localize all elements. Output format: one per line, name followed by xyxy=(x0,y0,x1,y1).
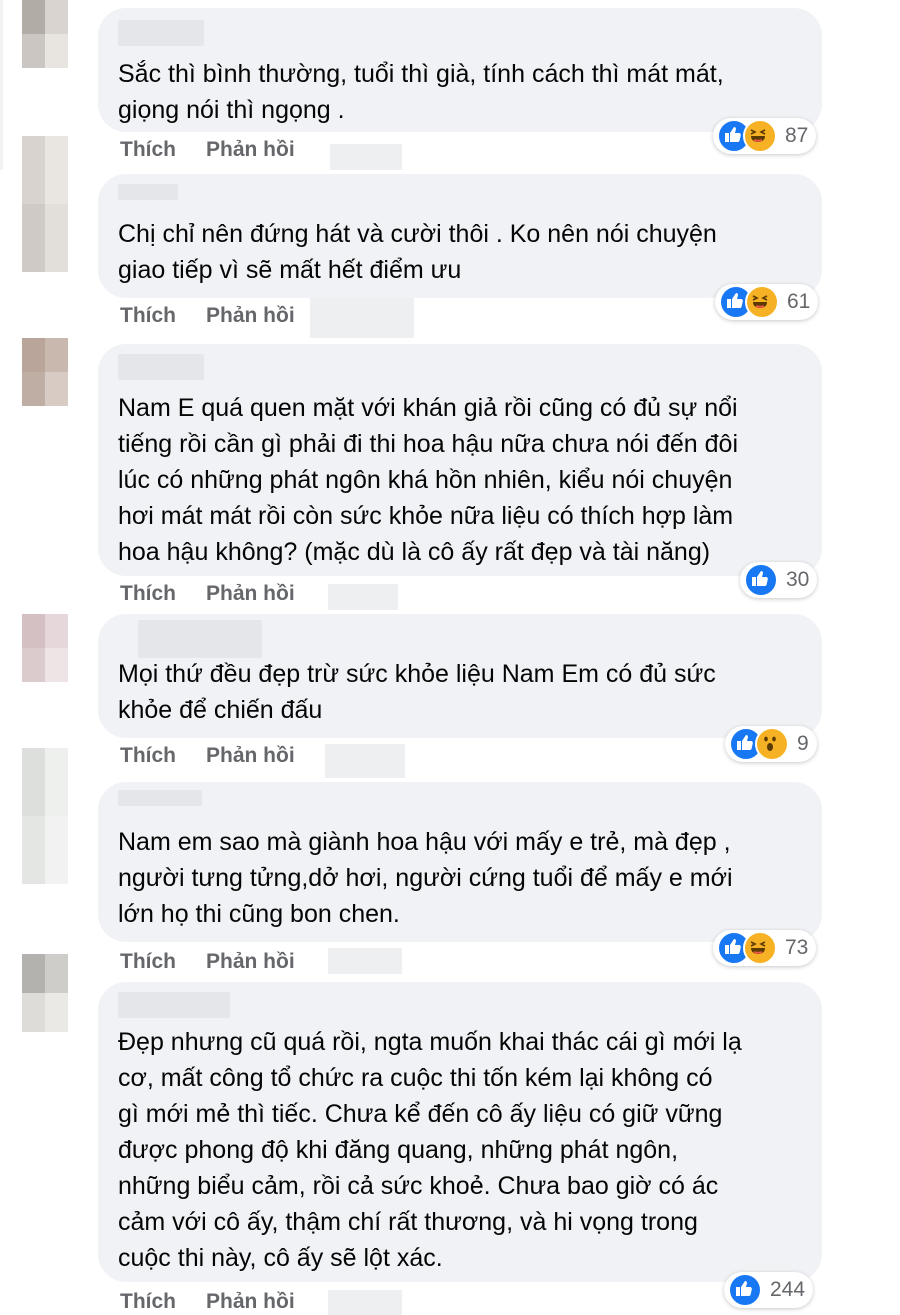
reply-button[interactable]: Phản hồi xyxy=(206,950,295,974)
reply-button[interactable]: Phản hồi xyxy=(206,304,295,328)
reaction-summary[interactable]: 244 xyxy=(724,1272,814,1308)
reply-button[interactable]: Phản hồi xyxy=(206,138,295,162)
comment-2: Chị chỉ nên đứng hát và cười thôi . Ko n… xyxy=(0,136,900,338)
avatar[interactable] xyxy=(22,614,68,682)
reaction-count: 30 xyxy=(786,568,810,591)
author-name-redacted[interactable] xyxy=(118,20,204,46)
like-icon xyxy=(744,563,778,597)
author-name-redacted[interactable] xyxy=(118,790,202,806)
comment-5: Nam em sao mà giành hoa hậu với mấy e tr… xyxy=(0,748,900,978)
timestamp-redacted[interactable] xyxy=(328,584,398,610)
reaction-summary[interactable]: 30 xyxy=(740,562,818,598)
avatar[interactable] xyxy=(22,748,68,884)
avatar[interactable] xyxy=(22,0,68,68)
reaction-count: 87 xyxy=(785,124,809,147)
comment-1: Sắc thì bình thường, tuổi thì già, tính … xyxy=(0,0,900,170)
comment-bubble: Đẹp nhưng cũ quá rồi, ngta muốn khai thá… xyxy=(98,982,822,1282)
reaction-count: 9 xyxy=(797,732,809,755)
comment-text: Chị chỉ nên đứng hát và cười thôi . Ko n… xyxy=(118,220,717,284)
reaction-count: 61 xyxy=(787,290,811,313)
comment-actions: Thích Phản hồi xyxy=(120,950,295,974)
reply-button[interactable]: Phản hồi xyxy=(206,744,295,768)
timestamp-redacted[interactable] xyxy=(328,1290,402,1315)
comment-text: Đẹp nhưng cũ quá rồi, ngta muốn khai thá… xyxy=(118,1028,742,1272)
wow-icon xyxy=(755,727,789,761)
comment-actions: Thích Phản hồi xyxy=(120,1290,295,1314)
comment-actions: Thích Phản hồi xyxy=(120,138,295,162)
comment-bubble: Sắc thì bình thường, tuổi thì già, tính … xyxy=(98,8,822,132)
reply-button[interactable]: Phản hồi xyxy=(206,582,295,606)
comment-actions: Thích Phản hồi xyxy=(120,304,295,328)
timestamp-redacted[interactable] xyxy=(330,144,402,170)
like-button[interactable]: Thích xyxy=(120,304,176,328)
comment-actions: Thích Phản hồi xyxy=(120,582,295,606)
comment-6: Đẹp nhưng cũ quá rồi, ngta muốn khai thá… xyxy=(0,954,900,1315)
timestamp-redacted[interactable] xyxy=(328,948,402,974)
timestamp-redacted[interactable] xyxy=(325,744,405,778)
like-button[interactable]: Thích xyxy=(120,582,176,606)
like-button[interactable]: Thích xyxy=(120,138,176,162)
author-name-redacted[interactable] xyxy=(138,620,262,658)
comment-bubble: Mọi thứ đều đẹp trừ sức khỏe liệu Nam Em… xyxy=(98,614,822,738)
comment-bubble: Nam em sao mà giành hoa hậu với mấy e tr… xyxy=(98,782,822,942)
avatar[interactable] xyxy=(22,136,68,272)
reply-button[interactable]: Phản hồi xyxy=(206,1290,295,1314)
comment-bubble: Nam E quá quen mặt với khán giả rồi cũng… xyxy=(98,344,822,576)
timestamp-redacted[interactable] xyxy=(310,298,414,338)
reaction-count: 244 xyxy=(770,1278,806,1301)
comment-actions: Thích Phản hồi xyxy=(120,744,295,768)
haha-icon xyxy=(745,285,779,319)
like-button[interactable]: Thích xyxy=(120,744,176,768)
like-icon xyxy=(728,1273,762,1307)
comment-text: Sắc thì bình thường, tuổi thì già, tính … xyxy=(118,60,724,124)
like-button[interactable]: Thích xyxy=(120,950,176,974)
comment-3: Nam E quá quen mặt với khán giả rồi cũng… xyxy=(0,338,900,614)
reaction-summary[interactable]: 9 xyxy=(725,726,817,762)
comment-text: Nam E quá quen mặt với khán giả rồi cũng… xyxy=(118,394,739,566)
reaction-summary[interactable]: 61 xyxy=(715,284,819,320)
like-button[interactable]: Thích xyxy=(120,1290,176,1314)
haha-icon xyxy=(743,931,777,965)
comment-bubble: Chị chỉ nên đứng hát và cười thôi . Ko n… xyxy=(98,174,822,298)
reaction-summary[interactable]: 73 xyxy=(713,930,817,966)
avatar[interactable] xyxy=(22,954,68,1032)
author-name-redacted[interactable] xyxy=(118,184,178,200)
reaction-count: 73 xyxy=(785,936,809,959)
comment-4: Mọi thứ đều đẹp trừ sức khỏe liệu Nam Em… xyxy=(0,614,900,782)
author-name-redacted[interactable] xyxy=(118,992,230,1018)
comment-text: Nam em sao mà giành hoa hậu với mấy e tr… xyxy=(118,828,733,928)
comment-text: Mọi thứ đều đẹp trừ sức khỏe liệu Nam Em… xyxy=(118,660,716,724)
author-name-redacted[interactable] xyxy=(118,354,204,380)
avatar[interactable] xyxy=(22,338,68,406)
haha-icon xyxy=(743,119,777,153)
reaction-summary[interactable]: 87 xyxy=(713,118,817,154)
